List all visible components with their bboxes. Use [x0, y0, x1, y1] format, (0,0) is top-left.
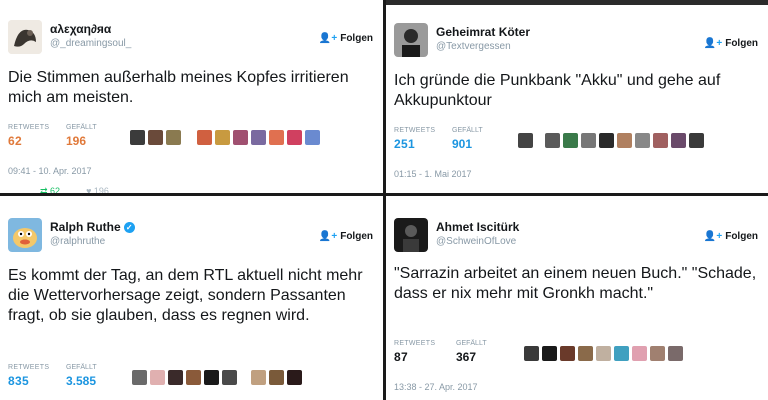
follow-button[interactable]: 👤+ Folgen	[319, 231, 373, 242]
display-name[interactable]: Geheimrat Köter	[436, 25, 530, 39]
avatar[interactable]	[563, 133, 578, 148]
avatar[interactable]	[269, 130, 284, 145]
person-plus-icon: 👤+	[703, 38, 723, 49]
tweet-card-1[interactable]: αλεχαη∂яα @_dreamingsoul_ 👤+ Folgen Die S…	[0, 0, 383, 193]
avatar[interactable]	[166, 130, 181, 145]
tweet-text: Es kommt der Tag, an dem RTL aktuell nic…	[8, 267, 363, 324]
retweet-count[interactable]: RETWEETS 835	[8, 364, 49, 388]
display-name[interactable]: Ralph Ruthe ✓	[50, 220, 135, 234]
person-plus-icon: 👤+	[703, 231, 723, 242]
avatar[interactable]	[635, 133, 650, 148]
tweet-text: Die Stimmen außerhalb meines Kopfes irri…	[8, 69, 349, 106]
follow-button[interactable]: 👤+ Folgen	[704, 231, 758, 242]
avatar[interactable]	[545, 133, 560, 148]
avatar[interactable]	[581, 133, 596, 148]
avatar[interactable]	[251, 130, 266, 145]
avatar[interactable]	[596, 346, 611, 361]
avatar[interactable]	[614, 346, 629, 361]
avatar[interactable]	[184, 130, 194, 145]
avatar[interactable]	[204, 370, 219, 385]
avatar[interactable]	[524, 346, 539, 361]
avatar[interactable]	[394, 23, 428, 57]
check-badge-icon: ✓	[123, 222, 135, 233]
tweet-card-2[interactable]: Geheimrat Köter @Textvergessen 👤+ Folgen …	[386, 5, 768, 193]
avatar[interactable]	[197, 130, 212, 145]
avatar[interactable]	[668, 346, 683, 361]
avatar[interactable]	[148, 130, 163, 145]
avatar[interactable]	[671, 133, 686, 148]
avatar[interactable]	[689, 133, 704, 148]
tweet-timestamp[interactable]: 01:15 - 1. Mai 2017	[394, 169, 472, 179]
tweet-text: "Sarrazin arbeitet an einem neuen Buch."…	[394, 265, 757, 302]
avatar[interactable]	[8, 20, 42, 54]
avatar[interactable]	[132, 370, 147, 385]
avatar[interactable]	[617, 133, 632, 148]
tweet-text: Ich gründe die Punkbank "Akku" und gehe …	[394, 72, 721, 109]
follow-label: Folgen	[725, 231, 758, 242]
avatar[interactable]	[251, 370, 266, 385]
avatar[interactable]	[599, 133, 614, 148]
avatar[interactable]	[653, 133, 668, 148]
avatar[interactable]	[560, 346, 575, 361]
avatar[interactable]	[394, 218, 428, 252]
liker-avatars	[518, 133, 704, 148]
avatar[interactable]	[287, 370, 302, 385]
avatar[interactable]	[536, 133, 542, 148]
avatar[interactable]	[305, 130, 320, 145]
follow-label: Folgen	[725, 38, 758, 49]
tweet-timestamp[interactable]: 13:38 - 27. Apr. 2017	[394, 382, 478, 392]
user-handle[interactable]: @SchweinOfLove	[436, 236, 516, 247]
avatar[interactable]	[287, 130, 302, 145]
like-count[interactable]: GEFÄLLT 901	[452, 127, 483, 151]
avatar[interactable]	[269, 370, 284, 385]
liker-avatars	[130, 130, 320, 145]
avatar[interactable]	[578, 346, 593, 361]
user-handle[interactable]: @ralphruthe	[50, 236, 105, 247]
like-count[interactable]: GEFÄLLT 196	[66, 124, 97, 148]
retweet-count[interactable]: RETWEETS 251	[394, 127, 435, 151]
follow-button[interactable]: 👤+ Folgen	[704, 38, 758, 49]
avatar[interactable]	[8, 218, 42, 252]
display-name[interactable]: Ahmet Iscitürk	[436, 220, 519, 234]
follow-label: Folgen	[340, 231, 373, 242]
tweet-card-4[interactable]: Ahmet Iscitürk @SchweinOfLove 👤+ Folgen "…	[386, 196, 768, 400]
avatar[interactable]	[150, 370, 165, 385]
like-count[interactable]: GEFÄLLT 3.585	[66, 364, 97, 388]
avatar[interactable]	[168, 370, 183, 385]
follow-button[interactable]: 👤+ Folgen	[319, 33, 373, 44]
user-handle[interactable]: @_dreamingsoul_	[50, 38, 131, 49]
avatar[interactable]	[215, 130, 230, 145]
avatar[interactable]	[542, 346, 557, 361]
heart-icon[interactable]: ♥ 196	[86, 186, 109, 193]
avatar[interactable]	[222, 370, 237, 385]
avatar[interactable]	[130, 130, 145, 145]
avatar[interactable]	[632, 346, 647, 361]
follow-label: Folgen	[340, 33, 373, 44]
avatar[interactable]	[186, 370, 201, 385]
grid-divider-vertical	[383, 0, 386, 400]
like-count[interactable]: GEFÄLLT 367	[456, 340, 487, 364]
person-plus-icon: 👤+	[318, 33, 338, 44]
avatar[interactable]	[650, 346, 665, 361]
liker-avatars	[132, 370, 302, 385]
liker-avatars	[524, 346, 683, 361]
retweet-icon[interactable]: ⇄ 62	[40, 186, 60, 193]
action-bar: ⇄ 62 ♥ 196	[40, 186, 109, 193]
retweet-count[interactable]: RETWEETS 87	[394, 340, 435, 364]
display-name[interactable]: αλεχαη∂яα	[50, 22, 111, 36]
avatar[interactable]	[518, 133, 533, 148]
tweet-card-3[interactable]: Ralph Ruthe ✓ @ralphruthe 👤+ Folgen Es kom…	[0, 196, 383, 400]
retweet-count[interactable]: RETWEETS 62	[8, 124, 49, 148]
user-handle[interactable]: @Textvergessen	[436, 41, 511, 52]
person-plus-icon: 👤+	[318, 231, 338, 242]
avatar[interactable]	[240, 370, 248, 385]
avatar[interactable]	[233, 130, 248, 145]
tweet-timestamp[interactable]: 09:41 - 10. Apr. 2017	[8, 166, 92, 176]
